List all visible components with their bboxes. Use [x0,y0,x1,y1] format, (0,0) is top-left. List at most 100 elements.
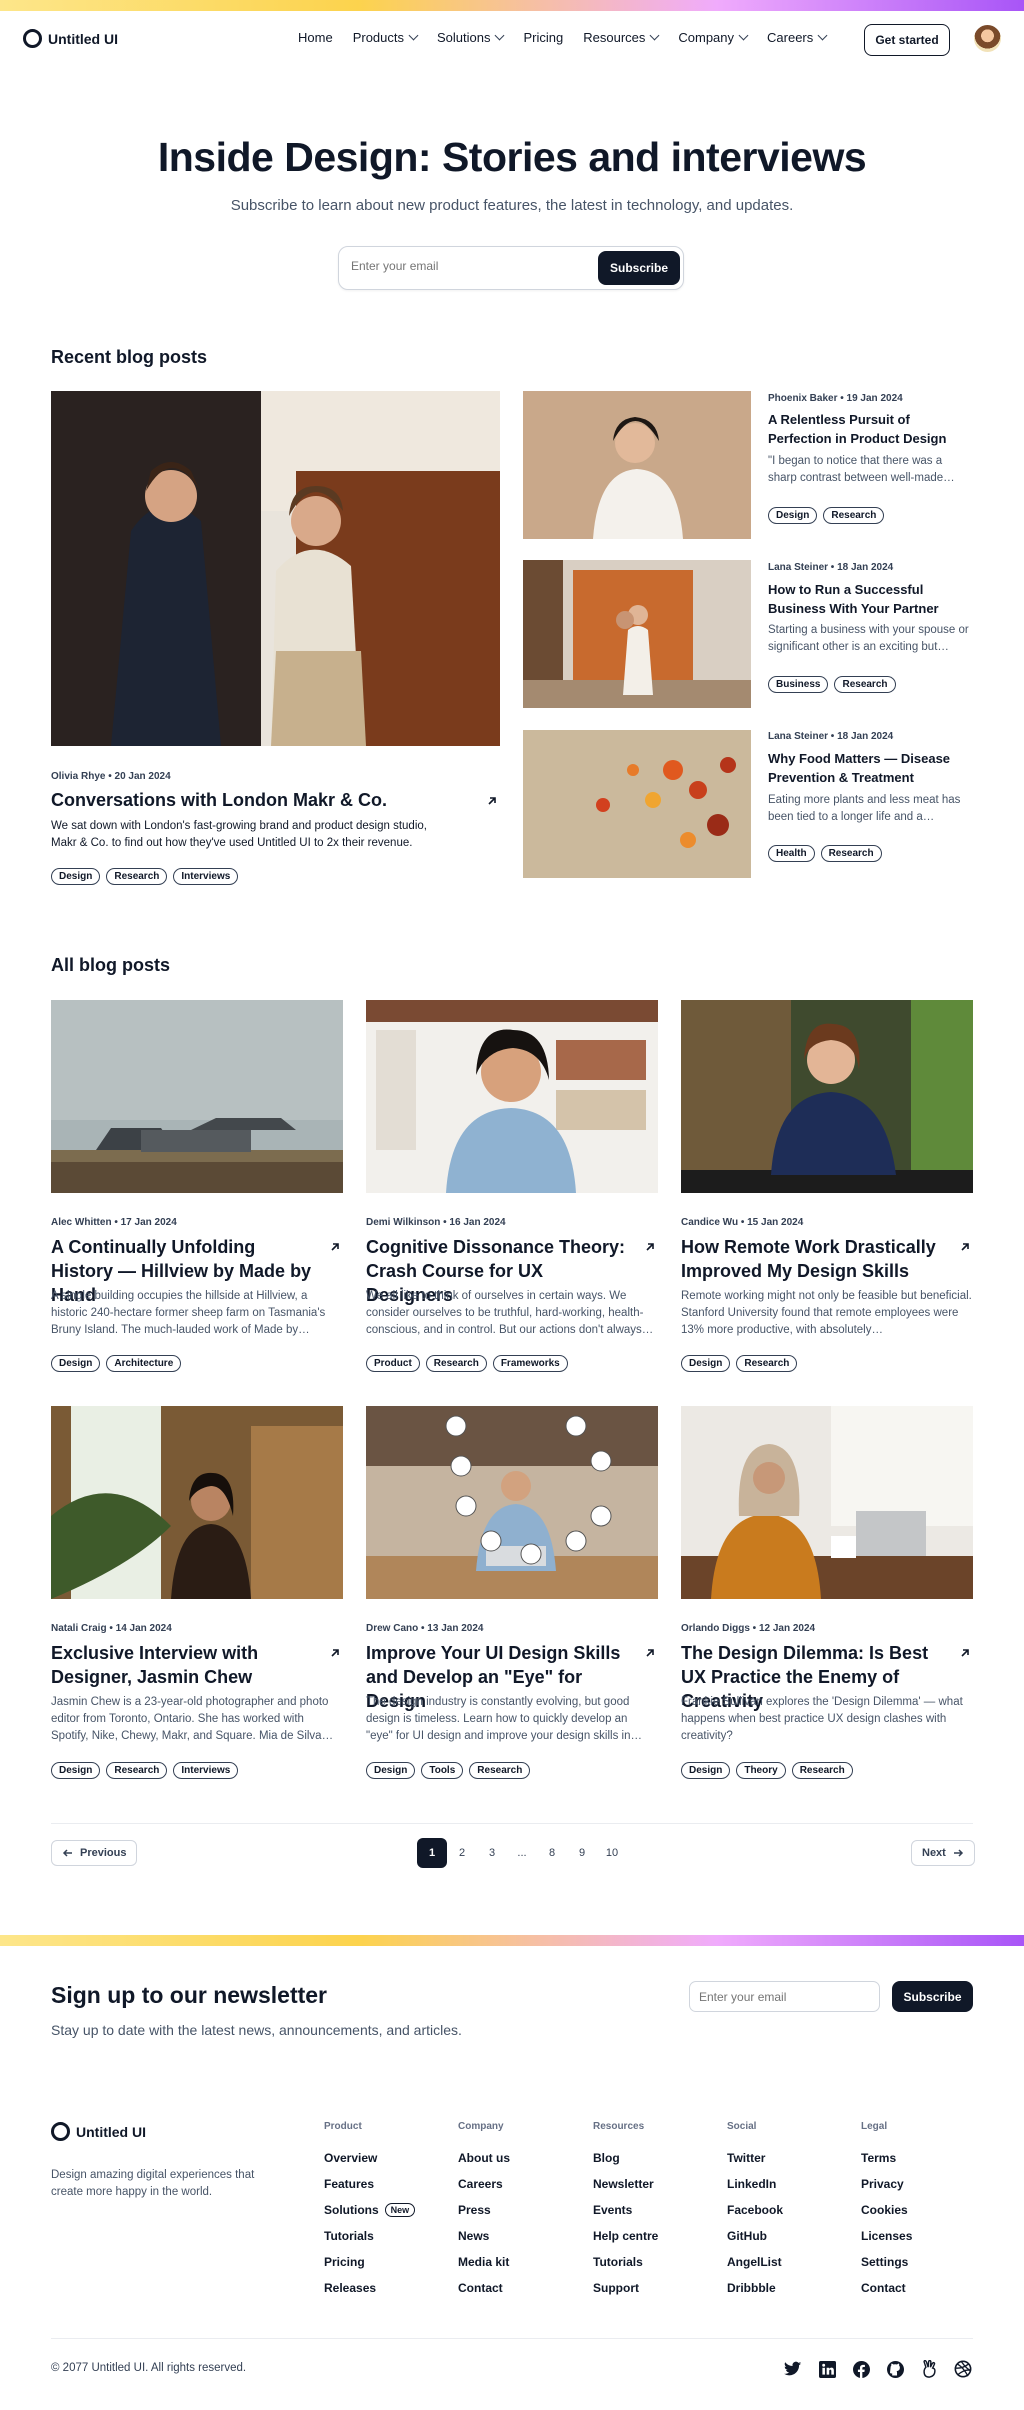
tag[interactable]: Theory [736,1762,786,1779]
dribbble-icon[interactable] [954,2360,972,2378]
tag[interactable]: Design [51,1762,101,1779]
arrow-up-right-icon[interactable] [644,1647,656,1659]
page-number[interactable]: 10 [597,1838,627,1868]
page-number[interactable]: 1 [417,1838,447,1868]
facebook-icon[interactable] [852,2360,870,2378]
tag[interactable]: Research [820,845,882,862]
nav-pricing[interactable]: Pricing [523,30,563,45]
nav-products[interactable]: Products [353,30,419,45]
side-post-image-2[interactable] [523,560,751,708]
twitter-icon[interactable] [784,2360,802,2378]
arrow-up-right-icon[interactable] [486,795,498,807]
post-image-5[interactable] [366,1406,658,1599]
tag[interactable]: Interviews [173,1762,239,1779]
nav-resources[interactable]: Resources [583,30,660,45]
tag[interactable]: Health [768,845,815,862]
nav-company[interactable]: Company [678,30,749,45]
tag[interactable]: Research [834,676,896,693]
footer-link[interactable]: Privacy [861,2171,912,2197]
arrow-up-right-icon[interactable] [329,1647,341,1659]
side-post-title[interactable]: A Relentless Pursuit of Perfection in Pr… [768,410,973,448]
footer-link[interactable]: Contact [861,2275,912,2301]
nav-home[interactable]: Home [298,30,333,45]
featured-post-image[interactable] [51,391,500,746]
tag[interactable]: Design [681,1355,731,1372]
post-title[interactable]: How Remote Work Drastically Improved My … [681,1235,943,1283]
tag[interactable]: Interviews [173,868,239,885]
page-number[interactable]: 8 [537,1838,567,1868]
tag[interactable]: Architecture [106,1355,182,1372]
footer-link[interactable]: Tutorials [593,2249,658,2275]
hero-subscribe-button[interactable]: Subscribe [598,251,680,285]
nav-solutions[interactable]: Solutions [437,30,505,45]
tag[interactable]: Product [366,1355,420,1372]
footer-logo[interactable]: Untitled UI [51,2122,146,2141]
post-image-2[interactable] [366,1000,658,1193]
tag[interactable]: Design [51,868,101,885]
tag[interactable]: Research [469,1762,531,1779]
get-started-button[interactable]: Get started [864,24,950,56]
tag[interactable]: Tools [421,1762,464,1779]
hero-email-input[interactable] [351,259,551,273]
tag[interactable]: Design [768,507,818,524]
footer-link[interactable]: Media kit [458,2249,510,2275]
previous-page-button[interactable]: Previous [51,1840,138,1866]
footer-link[interactable]: Twitter [727,2145,783,2171]
post-image-4[interactable] [51,1406,343,1599]
footer-link[interactable]: Tutorials [324,2223,415,2249]
github-icon[interactable] [886,2360,904,2378]
footer-link[interactable]: Settings [861,2249,912,2275]
side-post-image-1[interactable] [523,391,751,539]
newsletter-email-input[interactable] [689,1981,880,2012]
angellist-icon[interactable] [920,2360,938,2378]
footer-link[interactable]: Features [324,2171,415,2197]
footer-link[interactable]: GitHub [727,2223,783,2249]
tag[interactable]: Design [51,1355,101,1372]
tag[interactable]: Frameworks [492,1355,568,1372]
footer-link[interactable]: News [458,2223,510,2249]
footer-link[interactable]: Contact [458,2275,510,2301]
footer-link[interactable]: Cookies [861,2197,912,2223]
footer-link[interactable]: Newsletter [593,2171,658,2197]
post-title[interactable]: Exclusive Interview with Designer, Jasmi… [51,1641,313,1689]
footer-link[interactable]: Events [593,2197,658,2223]
footer-link[interactable]: Terms [861,2145,912,2171]
page-number[interactable]: 2 [447,1838,477,1868]
footer-link[interactable]: Dribbble [727,2275,783,2301]
arrow-up-right-icon[interactable] [959,1647,971,1659]
arrow-up-right-icon[interactable] [329,1241,341,1253]
tag[interactable]: Research [823,507,885,524]
footer-link[interactable]: Help centre [593,2223,658,2249]
footer-link[interactable]: Blog [593,2145,658,2171]
tag[interactable]: Research [791,1762,853,1779]
post-image-6[interactable] [681,1406,973,1599]
page-number[interactable]: 3 [477,1838,507,1868]
brand-logo[interactable]: Untitled UI [23,29,118,48]
footer-link[interactable]: Facebook [727,2197,783,2223]
footer-link[interactable]: AngelList [727,2249,783,2275]
footer-link[interactable]: LinkedIn [727,2171,783,2197]
side-post-title[interactable]: Why Food Matters — Disease Prevention & … [768,749,973,787]
arrow-up-right-icon[interactable] [959,1241,971,1253]
footer-link[interactable]: Overview [324,2145,415,2171]
side-post-image-3[interactable] [523,730,751,878]
tag[interactable]: Research [425,1355,487,1372]
footer-link[interactable]: Careers [458,2171,510,2197]
tag[interactable]: Research [736,1355,798,1372]
nav-careers[interactable]: Careers [767,30,828,45]
linkedin-icon[interactable] [818,2360,836,2378]
next-page-button[interactable]: Next [911,1840,975,1866]
post-image-3[interactable] [681,1000,973,1193]
tag[interactable]: Design [681,1762,731,1779]
side-post-title[interactable]: How to Run a Successful Business With Yo… [768,580,973,618]
footer-link[interactable]: Releases [324,2275,415,2301]
footer-link-solutions[interactable]: Solutions New [324,2197,416,2223]
arrow-up-right-icon[interactable] [644,1241,656,1253]
newsletter-subscribe-button[interactable]: Subscribe [892,1981,973,2012]
page-number[interactable]: 9 [567,1838,597,1868]
footer-link[interactable]: About us [458,2145,510,2171]
footer-link[interactable]: Licenses [861,2223,912,2249]
featured-post-title[interactable]: Conversations with London Makr & Co. [51,788,431,812]
tag[interactable]: Research [106,1762,168,1779]
tag[interactable]: Business [768,676,829,693]
